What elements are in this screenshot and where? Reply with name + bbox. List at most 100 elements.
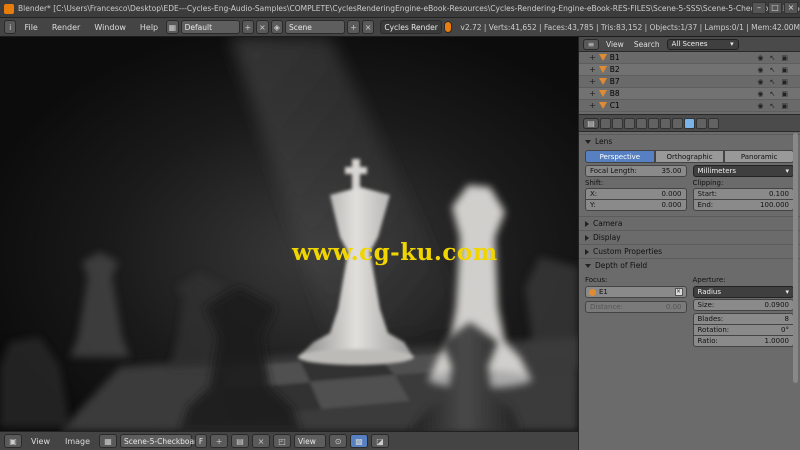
scene-icon[interactable]: ◈ <box>270 20 284 34</box>
focal-length-field[interactable]: Focal Length: 35.00 <box>585 165 687 177</box>
image-editor-type-icon[interactable]: ▣ <box>4 434 22 448</box>
outliner-filter-select[interactable]: All Scenes ▾ <box>666 38 739 50</box>
panoramic-button[interactable]: Panoramic <box>724 150 795 163</box>
blender-logo-icon <box>4 3 14 14</box>
mesh-icon <box>598 54 607 61</box>
lens-panel-header[interactable]: Lens <box>579 134 800 148</box>
list-item[interactable]: + B2 ◉ ↖ ▣ <box>579 64 800 76</box>
eye-icon[interactable]: ◉ <box>757 66 763 74</box>
list-item[interactable]: + B1 ◉ ↖ ▣ <box>579 52 800 64</box>
chevron-down-icon: ▾ <box>730 40 734 48</box>
blades-value: 8 <box>784 315 789 323</box>
camera-icon[interactable]: ▣ <box>781 54 788 62</box>
screen-layout-icon[interactable]: ▦ <box>166 20 179 34</box>
camera-icon[interactable]: ▣ <box>781 78 788 86</box>
visibility-icons[interactable]: ◉ ↖ ▣ <box>757 102 800 110</box>
new-image-icon[interactable]: + <box>210 434 229 448</box>
watermark-text: www.cg-ku.com <box>292 239 498 266</box>
render-tab-icon[interactable] <box>600 117 611 129</box>
lens-unit-select[interactable]: Millimeters ▾ <box>692 165 794 177</box>
menu-file[interactable]: File <box>18 23 43 32</box>
eye-icon[interactable]: ◉ <box>757 102 763 110</box>
menu-image[interactable]: Image <box>59 437 96 446</box>
properties-type-icon[interactable]: ▤ <box>583 117 599 129</box>
perspective-button[interactable]: Perspective <box>585 150 655 163</box>
distance-label: Distance: <box>590 303 623 311</box>
texture-tab-icon[interactable] <box>696 117 707 129</box>
clear-icon[interactable]: × <box>674 288 683 296</box>
aperture-size-field[interactable]: Size: 0.0900 <box>692 299 794 311</box>
right-panel: ≡ View Search All Scenes ▾ + B1 ◉ ↖ ▣ + B2 ◉ ↖ ▣ … <box>578 37 800 450</box>
outliner-search-menu[interactable]: Search <box>631 40 663 49</box>
eye-icon[interactable]: ◉ <box>757 54 763 62</box>
aperture-type-select[interactable]: Radius ▾ <box>692 286 794 298</box>
camera-icon[interactable]: ▣ <box>781 102 788 110</box>
image-name-field[interactable]: Scene-5-Checkboar... <box>120 434 204 448</box>
remove-scene-icon[interactable]: × <box>361 20 375 34</box>
view-mode-icon[interactable]: ◰ <box>273 434 292 448</box>
unlink-image-icon[interactable]: × <box>252 434 271 448</box>
custom-properties-panel-header[interactable]: Custom Properties <box>579 244 800 258</box>
visibility-icons[interactable]: ◉ ↖ ▣ <box>757 90 800 98</box>
close-icon[interactable]: × <box>784 2 798 14</box>
orthographic-button[interactable]: Orthographic <box>654 150 725 163</box>
cursor-icon[interactable]: ↖ <box>770 66 776 74</box>
eye-icon[interactable]: ◉ <box>757 90 763 98</box>
world-tab-icon[interactable] <box>636 117 647 129</box>
display-channels-icon[interactable]: ▩ <box>350 434 369 448</box>
properties-scrollbar[interactable] <box>793 133 798 383</box>
bokeh-fields: Blades: 8 Rotation: 0° Ratio: 1.0000 <box>692 313 794 347</box>
camera-icon[interactable]: ▣ <box>781 66 788 74</box>
list-item[interactable]: + B8 ◉ ↖ ▣ <box>579 88 800 100</box>
cursor-icon[interactable]: ↖ <box>770 90 776 98</box>
fake-user-button[interactable]: F <box>195 434 208 448</box>
particles-tab-icon[interactable] <box>708 117 719 129</box>
layers-tab-icon[interactable] <box>612 117 623 129</box>
shift-y-field[interactable]: Y: 0.000 <box>585 199 687 211</box>
menu-window[interactable]: Window <box>88 23 132 32</box>
constraints-tab-icon[interactable] <box>660 117 671 129</box>
screen-layout-field[interactable]: Default <box>180 20 240 34</box>
cursor-icon[interactable]: ↖ <box>770 54 776 62</box>
ratio-field[interactable]: Ratio: 1.0000 <box>692 335 794 347</box>
browse-image-icon[interactable]: ▦ <box>99 434 118 448</box>
cursor-icon[interactable]: ↖ <box>770 78 776 86</box>
scene-tab-icon[interactable] <box>624 117 635 129</box>
camera-panel-header[interactable]: Camera <box>579 216 800 230</box>
cursor-icon[interactable]: ↖ <box>770 102 776 110</box>
display-panel-title: Display <box>593 233 621 242</box>
menu-help[interactable]: Help <box>134 23 164 32</box>
visibility-icons[interactable]: ◉ ↖ ▣ <box>757 54 800 62</box>
focus-object-field[interactable]: E1 × <box>585 286 687 298</box>
open-image-icon[interactable]: ▤ <box>231 434 250 448</box>
list-item[interactable]: + B7 ◉ ↖ ▣ <box>579 76 800 88</box>
render-engine-select[interactable]: Cycles Render <box>380 20 442 34</box>
visibility-icons[interactable]: ◉ ↖ ▣ <box>757 66 800 74</box>
add-layout-icon[interactable]: + <box>241 20 255 34</box>
pivot-icon[interactable]: ⊙ <box>329 434 348 448</box>
alpha-icon[interactable]: ◪ <box>371 434 390 448</box>
info-editor-type-icon[interactable]: i <box>4 20 17 34</box>
view-mode-select[interactable]: View <box>294 434 327 448</box>
outliner-view-menu[interactable]: View <box>603 40 627 49</box>
camera-data-tab-icon[interactable] <box>684 117 695 129</box>
camera-icon[interactable]: ▣ <box>781 90 788 98</box>
object-tab-icon[interactable] <box>648 117 659 129</box>
clip-end-field[interactable]: End: 100.000 <box>692 199 794 211</box>
maximize-icon[interactable]: □ <box>768 2 782 14</box>
expanded-icon <box>585 139 591 144</box>
add-scene-icon[interactable]: + <box>347 20 360 34</box>
remove-layout-icon[interactable]: × <box>256 20 269 34</box>
minimize-icon[interactable]: – <box>752 2 766 14</box>
menu-view[interactable]: View <box>25 437 56 446</box>
modifiers-tab-icon[interactable] <box>672 117 683 129</box>
dof-panel-header[interactable]: Depth of Field <box>579 258 800 272</box>
visibility-icons[interactable]: ◉ ↖ ▣ <box>757 78 800 86</box>
render-viewport[interactable]: www.cg-ku.com <box>0 37 578 431</box>
eye-icon[interactable]: ◉ <box>757 78 763 86</box>
scene-field[interactable]: Scene <box>285 20 346 34</box>
display-panel-header[interactable]: Display <box>579 230 800 244</box>
list-item[interactable]: + C1 ◉ ↖ ▣ <box>579 100 800 112</box>
outliner-type-icon[interactable]: ≡ <box>583 38 599 50</box>
menu-render[interactable]: Render <box>46 23 86 32</box>
